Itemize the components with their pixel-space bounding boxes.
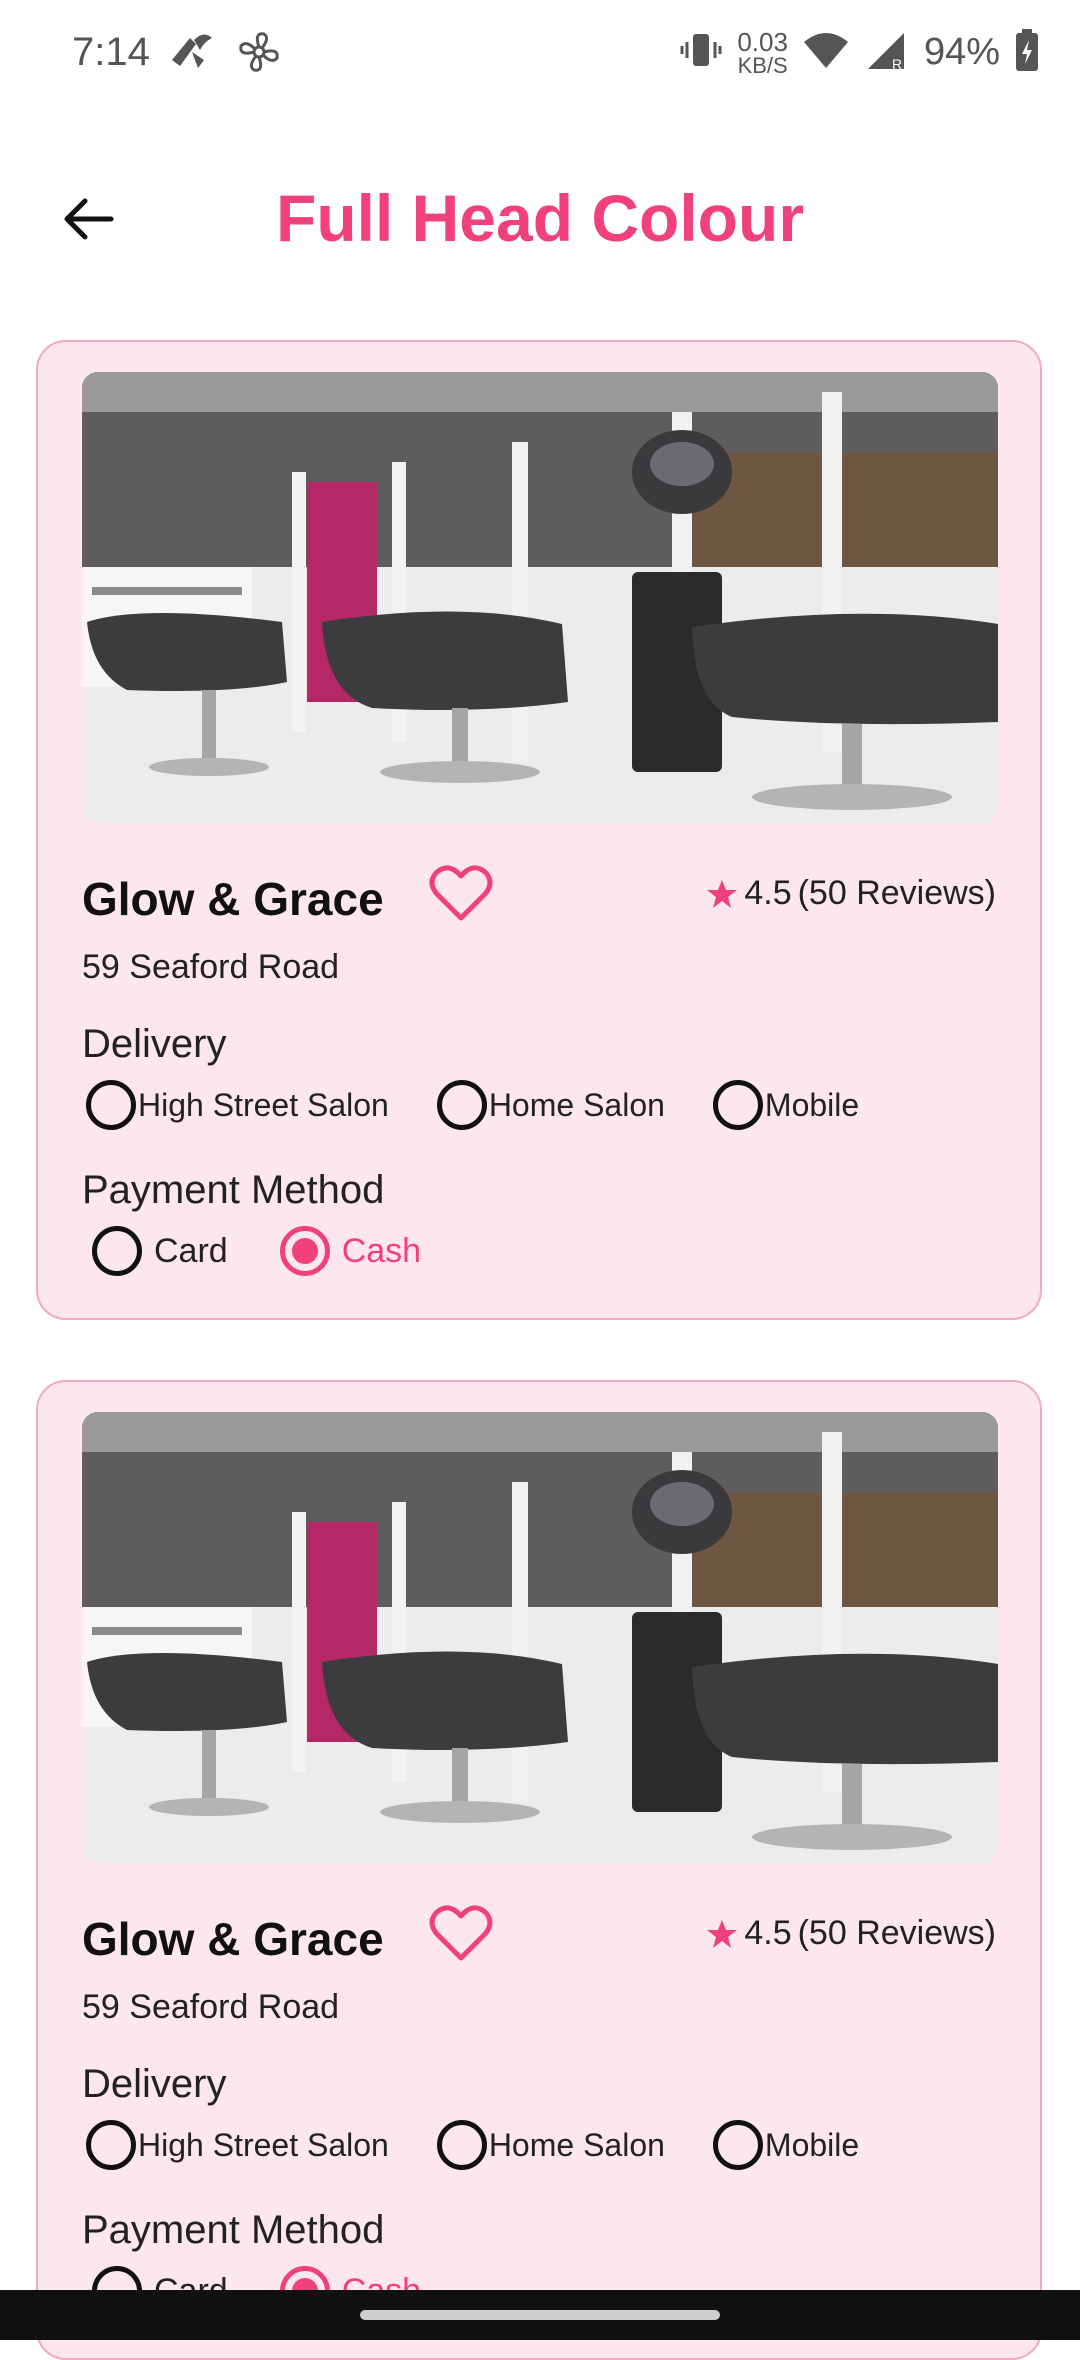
system-navigation-bar (0, 2290, 1080, 2340)
payment-option-label: Card (154, 1231, 228, 1270)
favorite-button[interactable] (426, 1898, 496, 1968)
wifi-icon (802, 30, 850, 75)
delivery-option-high-street[interactable]: High Street Salon (86, 2120, 389, 2170)
delivery-option-mobile[interactable]: Mobile (712, 2120, 860, 2170)
radio-unchecked-icon (436, 2120, 487, 2170)
app-header: Full Head Colour (0, 170, 1080, 270)
salon-address: 59 Seaford Road (82, 948, 340, 986)
payment-method-label: Payment Method (82, 2208, 385, 2252)
signal-icon: R (864, 29, 910, 76)
payment-method-label: Payment Method (82, 1168, 385, 1212)
salon-photo (82, 1412, 998, 1862)
delivery-label: Delivery (82, 1022, 227, 1066)
notification-icon (168, 30, 218, 79)
home-gesture-handle[interactable] (360, 2310, 720, 2320)
delivery-option-label: High Street Salon (138, 1086, 389, 1123)
fan-icon (234, 30, 284, 79)
star-icon (707, 879, 738, 908)
delivery-option-high-street[interactable]: High Street Salon (86, 1080, 389, 1130)
salon-card[interactable]: Glow & Grace 4.5 (50 Reviews) 59 Seaford… (36, 1380, 1042, 2360)
battery-percent: 94% (923, 31, 1000, 73)
radio-unchecked-icon (436, 1080, 487, 1130)
delivery-option-label: Mobile (764, 1086, 860, 1123)
delivery-option-home-salon[interactable]: Home Salon (436, 1080, 665, 1130)
payment-option-card[interactable]: Card (92, 1226, 228, 1276)
salon-address: 59 Seaford Road (82, 1988, 340, 2026)
salon-rating: 4.5 (50 Reviews) (706, 1914, 996, 1953)
status-indicators: 0.03 KB/S R 94% (679, 28, 1040, 77)
salon-name: Glow & Grace (82, 873, 384, 925)
delivery-option-label: Mobile (764, 2126, 860, 2163)
review-count: (50 Reviews) (797, 874, 996, 912)
delivery-options: High Street Salon Home Salon Mobile (86, 2120, 907, 2170)
rating-value: 4.5 (744, 874, 792, 912)
battery-icon (1014, 28, 1040, 77)
net-speed-unit: KB/S (737, 52, 788, 78)
network-speed: 0.03 KB/S (737, 29, 788, 77)
page-title: Full Head Colour (276, 181, 804, 255)
heart-icon (429, 1905, 493, 1961)
salon-name: Glow & Grace (82, 1913, 384, 1965)
svg-text:R: R (892, 56, 902, 71)
payment-options: Card Cash (92, 1226, 469, 1276)
favorite-button[interactable] (426, 858, 496, 928)
radio-unchecked-icon (712, 2120, 763, 2170)
heart-icon (429, 865, 493, 921)
rating-value: 4.5 (744, 1914, 792, 1952)
delivery-option-home-salon[interactable]: Home Salon (436, 2120, 665, 2170)
radio-unchecked-icon (86, 2120, 136, 2170)
payment-option-label: Cash (341, 1231, 422, 1270)
radio-checked-icon (279, 1226, 330, 1276)
star-icon (707, 1919, 738, 1948)
status-time: 7:14 (72, 30, 150, 74)
vibrate-icon (679, 28, 723, 77)
salon-photo (82, 372, 998, 822)
delivery-option-mobile[interactable]: Mobile (712, 1080, 860, 1130)
delivery-option-label: Home Salon (488, 2126, 665, 2163)
review-count: (50 Reviews) (797, 1914, 996, 1952)
delivery-option-label: High Street Salon (138, 2126, 389, 2163)
net-speed-value: 0.03 (737, 26, 788, 57)
radio-unchecked-icon (86, 1080, 136, 1130)
salon-card[interactable]: Glow & Grace 4.5 (50 Reviews) 59 Seaford… (36, 340, 1042, 1320)
radio-unchecked-icon (712, 1080, 763, 1130)
payment-option-cash[interactable]: Cash (279, 1226, 422, 1276)
radio-unchecked-icon (92, 1226, 142, 1276)
salon-rating: 4.5 (50 Reviews) (706, 874, 996, 913)
delivery-options: High Street Salon Home Salon Mobile (86, 1080, 907, 1130)
delivery-option-label: Home Salon (488, 1086, 665, 1123)
delivery-label: Delivery (82, 2062, 227, 2106)
status-bar: 7:14 0.03 KB/S R 94% (0, 0, 1080, 110)
